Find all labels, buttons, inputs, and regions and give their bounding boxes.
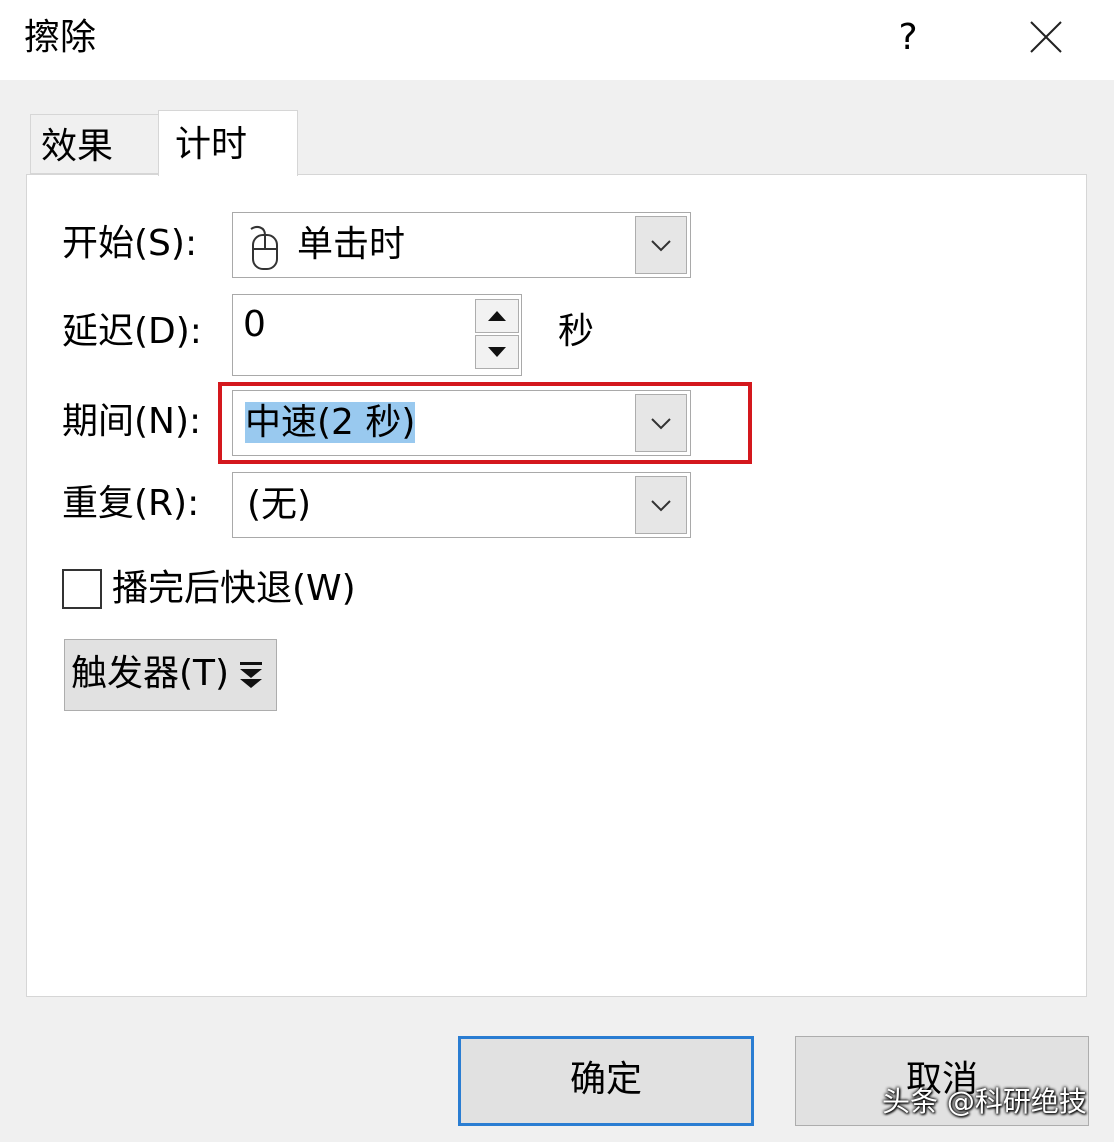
duration-label: 期间(N): [62, 401, 202, 442]
triangle-up-icon [488, 311, 506, 321]
repeat-value: (无) [247, 484, 312, 525]
ok-button[interactable]: 确定 [458, 1036, 754, 1126]
close-button[interactable] [1020, 14, 1072, 62]
delay-decrement-button[interactable] [475, 335, 519, 369]
repeat-label: 重复(R): [62, 483, 200, 524]
chevron-down-icon [651, 500, 671, 512]
delay-unit: 秒 [558, 311, 595, 352]
highlight-annotation-box [218, 382, 752, 464]
start-value: 单击时 [297, 224, 406, 265]
tab-timing[interactable]: 计时 [158, 110, 298, 176]
rewind-label[interactable]: 播完后快退(W) [112, 565, 356, 613]
dialog-title: 擦除 [24, 17, 97, 58]
rewind-checkbox[interactable] [62, 569, 102, 609]
trigger-button[interactable]: 触发器(T) [64, 639, 277, 711]
repeat-combobox[interactable]: (无) [232, 472, 691, 538]
delay-spinbox[interactable]: 0 [232, 294, 522, 376]
title-bar: 擦除 ? [0, 0, 1114, 80]
start-dropdown-button[interactable] [635, 216, 687, 274]
chevron-down-icon [651, 240, 671, 252]
delay-label: 延迟(D): [62, 311, 202, 352]
delay-increment-button[interactable] [475, 299, 519, 333]
repeat-dropdown-button[interactable] [635, 476, 687, 534]
trigger-label: 触发器(T) [71, 653, 230, 694]
double-chevron-down-icon [240, 662, 262, 688]
close-icon [1030, 21, 1062, 53]
start-combobox[interactable]: 单击时 [232, 212, 691, 278]
triangle-down-icon [488, 347, 506, 357]
delay-value[interactable]: 0 [243, 305, 266, 345]
watermark-text: 头条 @科研绝技 [882, 1085, 1087, 1118]
mouse-icon [250, 226, 278, 270]
tab-effect[interactable]: 效果 [30, 114, 160, 174]
help-button[interactable]: ? [888, 14, 928, 62]
start-label: 开始(S): [62, 223, 198, 264]
